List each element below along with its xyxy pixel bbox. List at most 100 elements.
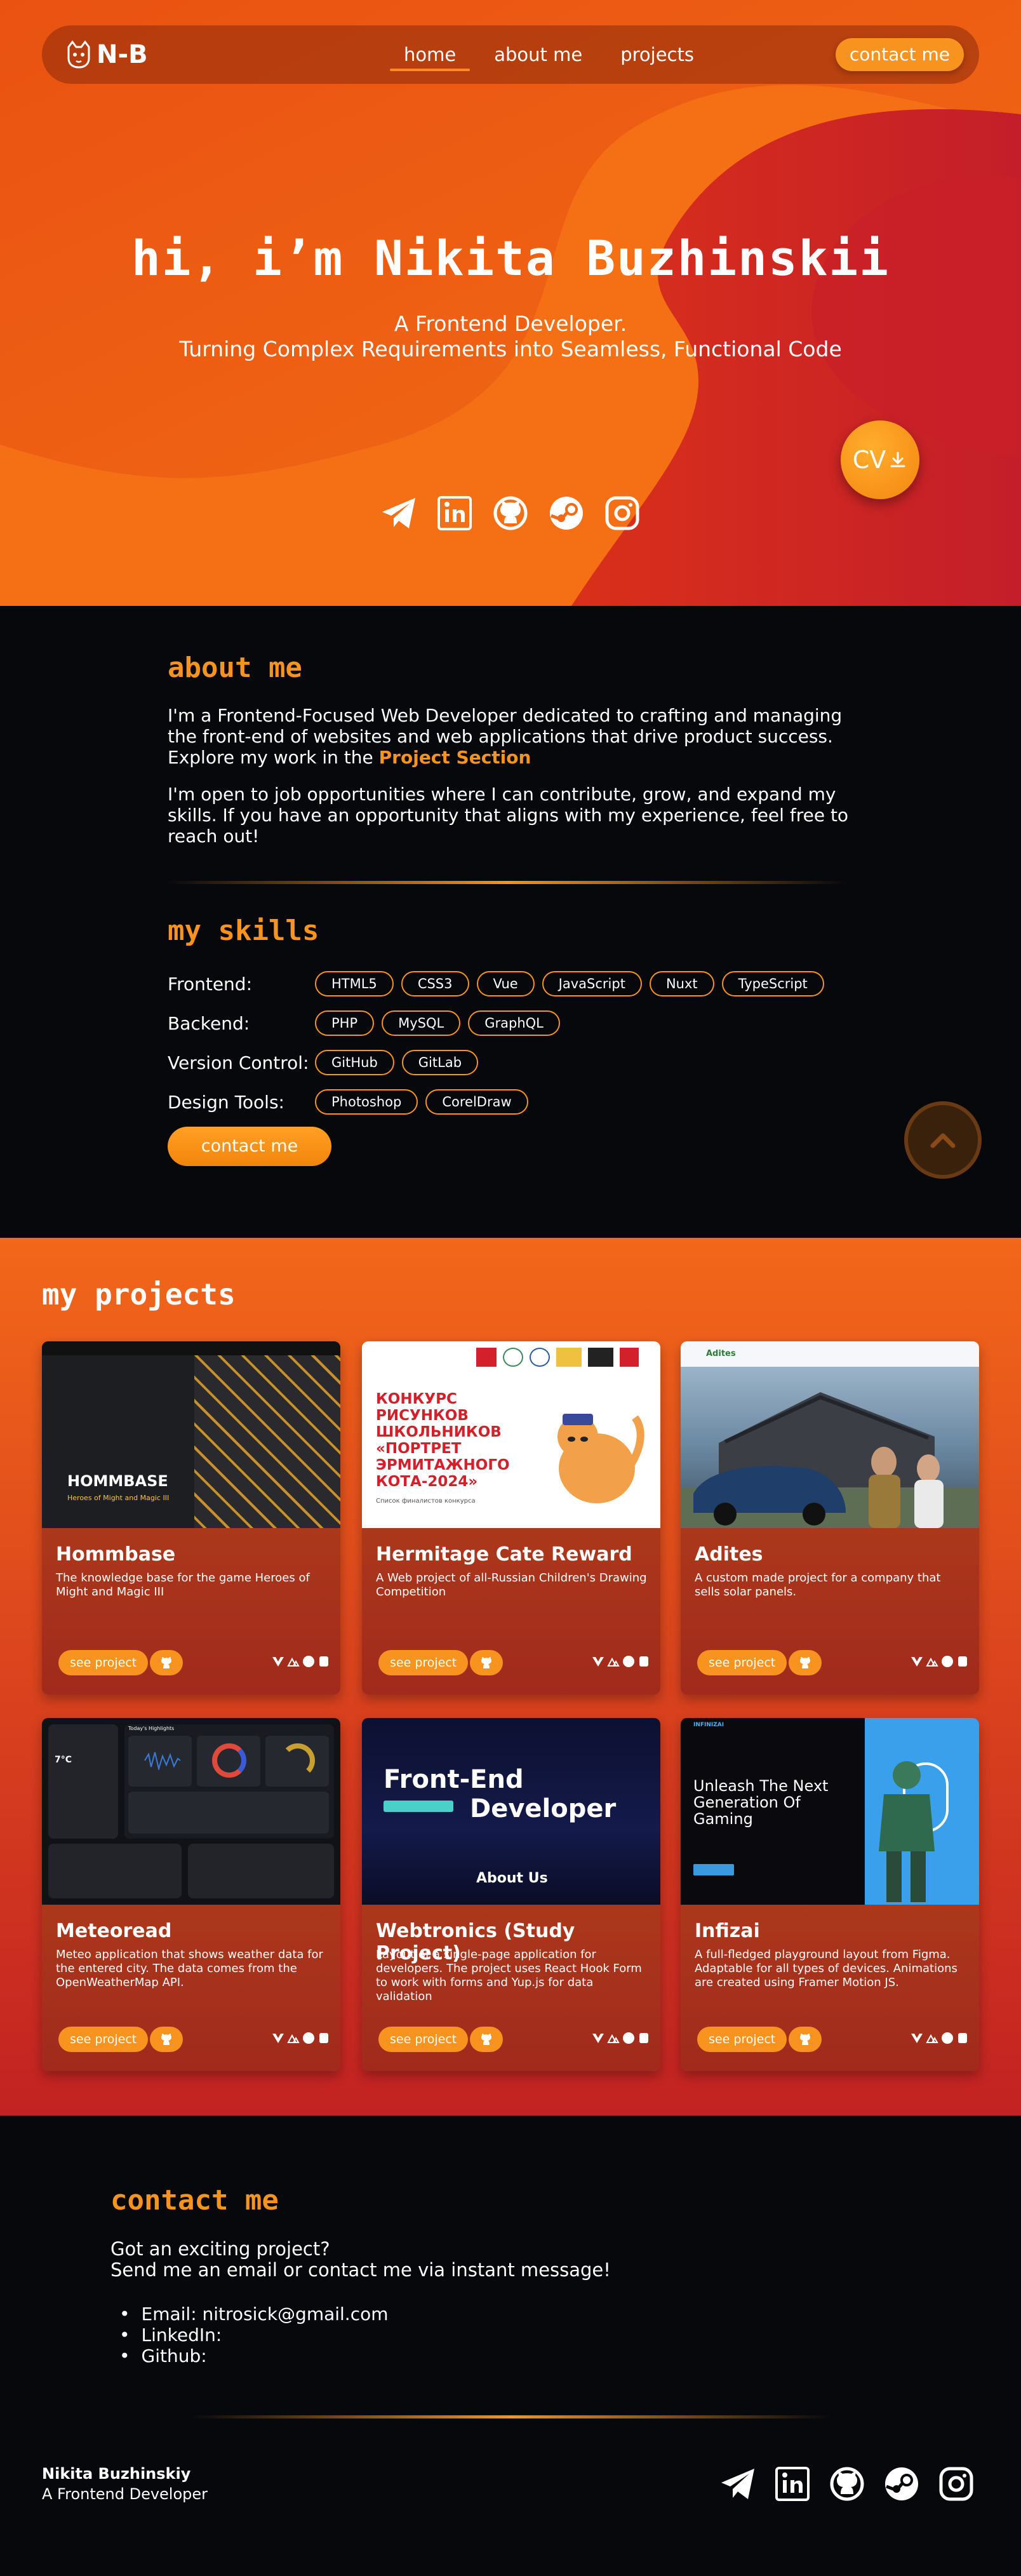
projects-section: my projects HOMMBASE Heroes of Might and… bbox=[0, 1238, 1021, 2116]
contact-intro-line1: Got an exciting project? bbox=[110, 2238, 330, 2260]
site-logo[interactable]: N-B bbox=[63, 39, 148, 70]
linkedin-icon[interactable] bbox=[773, 2465, 811, 2503]
steam-icon[interactable] bbox=[883, 2465, 921, 2503]
cv-download-button[interactable]: CV bbox=[841, 420, 919, 499]
cat-illustration bbox=[557, 1414, 644, 1503]
project-description: A Web project of all-Russian Children's … bbox=[376, 1571, 647, 1599]
vue-icon bbox=[592, 2032, 604, 2044]
tech-stack-icons bbox=[911, 2032, 969, 2044]
github-repo-button[interactable] bbox=[789, 1650, 822, 1675]
nav-link-about[interactable]: about me bbox=[475, 25, 601, 84]
telegram-icon[interactable] bbox=[380, 494, 418, 532]
skill-label: Frontend: bbox=[168, 973, 252, 995]
database-icon bbox=[637, 1655, 650, 1668]
nuxt-icon bbox=[607, 2032, 620, 2044]
skill-row-version-control: Version Control: GitHub GitLab bbox=[168, 1043, 824, 1082]
cv-label: CV bbox=[852, 446, 886, 474]
skill-chip: Nuxt bbox=[649, 971, 714, 996]
footer-divider bbox=[190, 2415, 832, 2418]
nav-links: home about me projects bbox=[385, 25, 713, 84]
thumb-subtitle: Список финалистов конкурса bbox=[376, 1498, 476, 1505]
github-icon bbox=[800, 2034, 810, 2045]
see-project-button[interactable]: see project bbox=[58, 2027, 149, 2052]
project-card-hommbase: HOMMBASE Heroes of Might and Magic III H… bbox=[42, 1341, 340, 1694]
skill-chip: CSS3 bbox=[401, 971, 469, 996]
project-thumbnail: 7°C Today's Highlights bbox=[42, 1718, 340, 1905]
chevron-up-icon bbox=[930, 1133, 956, 1148]
contact-section: contact me Got an exciting project? Send… bbox=[0, 2116, 1021, 2576]
project-section-link[interactable]: Project Section bbox=[379, 747, 531, 768]
github-repo-button[interactable] bbox=[789, 2027, 822, 2052]
database-icon bbox=[956, 1655, 969, 1668]
contact-linkedin[interactable]: LinkedIn: bbox=[133, 2324, 389, 2345]
contact-intro: Got an exciting project? Send me an emai… bbox=[110, 2239, 611, 2281]
skill-label: Version Control: bbox=[168, 1052, 309, 1073]
database-icon bbox=[317, 1655, 330, 1668]
project-card-meteoread: 7°C Today's Highlights Meteoread Meteo a… bbox=[42, 1718, 340, 2071]
github-repo-button[interactable] bbox=[470, 2027, 503, 2052]
footer-role: A Frontend Developer bbox=[42, 2485, 208, 2503]
see-project-button[interactable]: see project bbox=[697, 2027, 787, 2052]
project-thumbnail: КОНКУРС РИСУНКОВ ШКОЛЬНИКОВ «ПОРТРЕТ ЭРМ… bbox=[362, 1341, 660, 1528]
about-contact-button[interactable]: contact me bbox=[168, 1127, 331, 1166]
skill-row-frontend: Frontend: HTML5 CSS3 Vue JavaScript Nuxt… bbox=[168, 964, 824, 1003]
github-repo-button[interactable] bbox=[150, 1650, 183, 1675]
logo-text: N-B bbox=[97, 40, 148, 69]
vue-icon bbox=[272, 1655, 284, 1668]
nuxt-icon bbox=[607, 1655, 620, 1668]
project-card-adites: Adites Adites A custom made project for … bbox=[681, 1341, 979, 1694]
see-project-button[interactable]: see project bbox=[378, 2027, 469, 2052]
thumb-subtitle: INFINIZAI bbox=[693, 1722, 724, 1728]
instagram-icon[interactable] bbox=[603, 494, 641, 532]
github-icon[interactable] bbox=[491, 494, 530, 532]
see-project-button[interactable]: see project bbox=[378, 1650, 469, 1675]
github-icon bbox=[161, 2034, 171, 2045]
download-icon bbox=[890, 452, 905, 467]
scroll-to-top-button[interactable] bbox=[904, 1101, 982, 1179]
see-project-button[interactable]: see project bbox=[58, 1650, 149, 1675]
hero-subtitle: A Frontend Developer. Turning Complex Re… bbox=[0, 311, 1021, 362]
project-description: A custom made project for a company that… bbox=[695, 1571, 941, 1599]
steam-icon[interactable] bbox=[547, 494, 585, 532]
project-description: Layout of a single-page application for … bbox=[376, 1948, 642, 2003]
github-icon bbox=[161, 1657, 171, 1668]
skill-label: Backend: bbox=[168, 1012, 250, 1034]
nav-link-home[interactable]: home bbox=[385, 25, 475, 84]
hero-title: hi, i’m Nikita Buzhinskii bbox=[131, 230, 890, 286]
nuxt-icon bbox=[287, 1655, 300, 1668]
github-repo-button[interactable] bbox=[470, 1650, 503, 1675]
telegram-icon[interactable] bbox=[719, 2465, 757, 2503]
database-icon bbox=[637, 2032, 650, 2044]
skill-chip: CorelDraw bbox=[425, 1089, 528, 1115]
project-thumbnail: Adites bbox=[681, 1341, 979, 1528]
github-repo-button[interactable] bbox=[150, 2027, 183, 2052]
skill-label: Design Tools: bbox=[168, 1091, 284, 1113]
skill-chip: GitHub bbox=[315, 1050, 394, 1075]
about-paragraph-2: I'm open to job opportunities where I ca… bbox=[168, 784, 849, 847]
thumb-title: HOMMBASE bbox=[67, 1472, 168, 1490]
linkedin-icon[interactable] bbox=[436, 494, 474, 532]
hero-section: N-B home about me projects contact me hi… bbox=[0, 0, 1021, 606]
see-project-button[interactable]: see project bbox=[697, 1650, 787, 1675]
nav-contact-button[interactable]: contact me bbox=[835, 38, 964, 71]
projects-heading: my projects bbox=[42, 1277, 236, 1311]
project-description: The knowledge base for the game Heroes o… bbox=[56, 1571, 310, 1599]
github-icon bbox=[800, 1657, 810, 1668]
cat-logo-icon bbox=[67, 40, 90, 69]
project-description: Meteo application that shows weather dat… bbox=[56, 1948, 323, 1989]
top-navbar: N-B home about me projects contact me bbox=[42, 25, 979, 84]
nuxt-icon bbox=[926, 2032, 938, 2044]
vue-icon bbox=[911, 2032, 923, 2044]
nav-link-projects[interactable]: projects bbox=[601, 25, 713, 84]
instagram-icon[interactable] bbox=[937, 2465, 975, 2503]
github-icon[interactable] bbox=[828, 2465, 866, 2503]
tech-stack-icons bbox=[272, 1655, 330, 1668]
project-thumbnail: Front-End Developer About Us bbox=[362, 1718, 660, 1905]
skill-row-backend: Backend: PHP MySQL GraphQL bbox=[168, 1003, 824, 1043]
contact-email[interactable]: Email: nitrosick@gmail.com bbox=[133, 2304, 389, 2324]
project-card-hermitage: КОНКУРС РИСУНКОВ ШКОЛЬНИКОВ «ПОРТРЕТ ЭРМ… bbox=[362, 1341, 660, 1694]
contact-heading: contact me bbox=[110, 2184, 279, 2217]
js-icon bbox=[941, 1655, 954, 1668]
database-icon bbox=[317, 2032, 330, 2044]
contact-github[interactable]: Github: bbox=[133, 2345, 389, 2366]
